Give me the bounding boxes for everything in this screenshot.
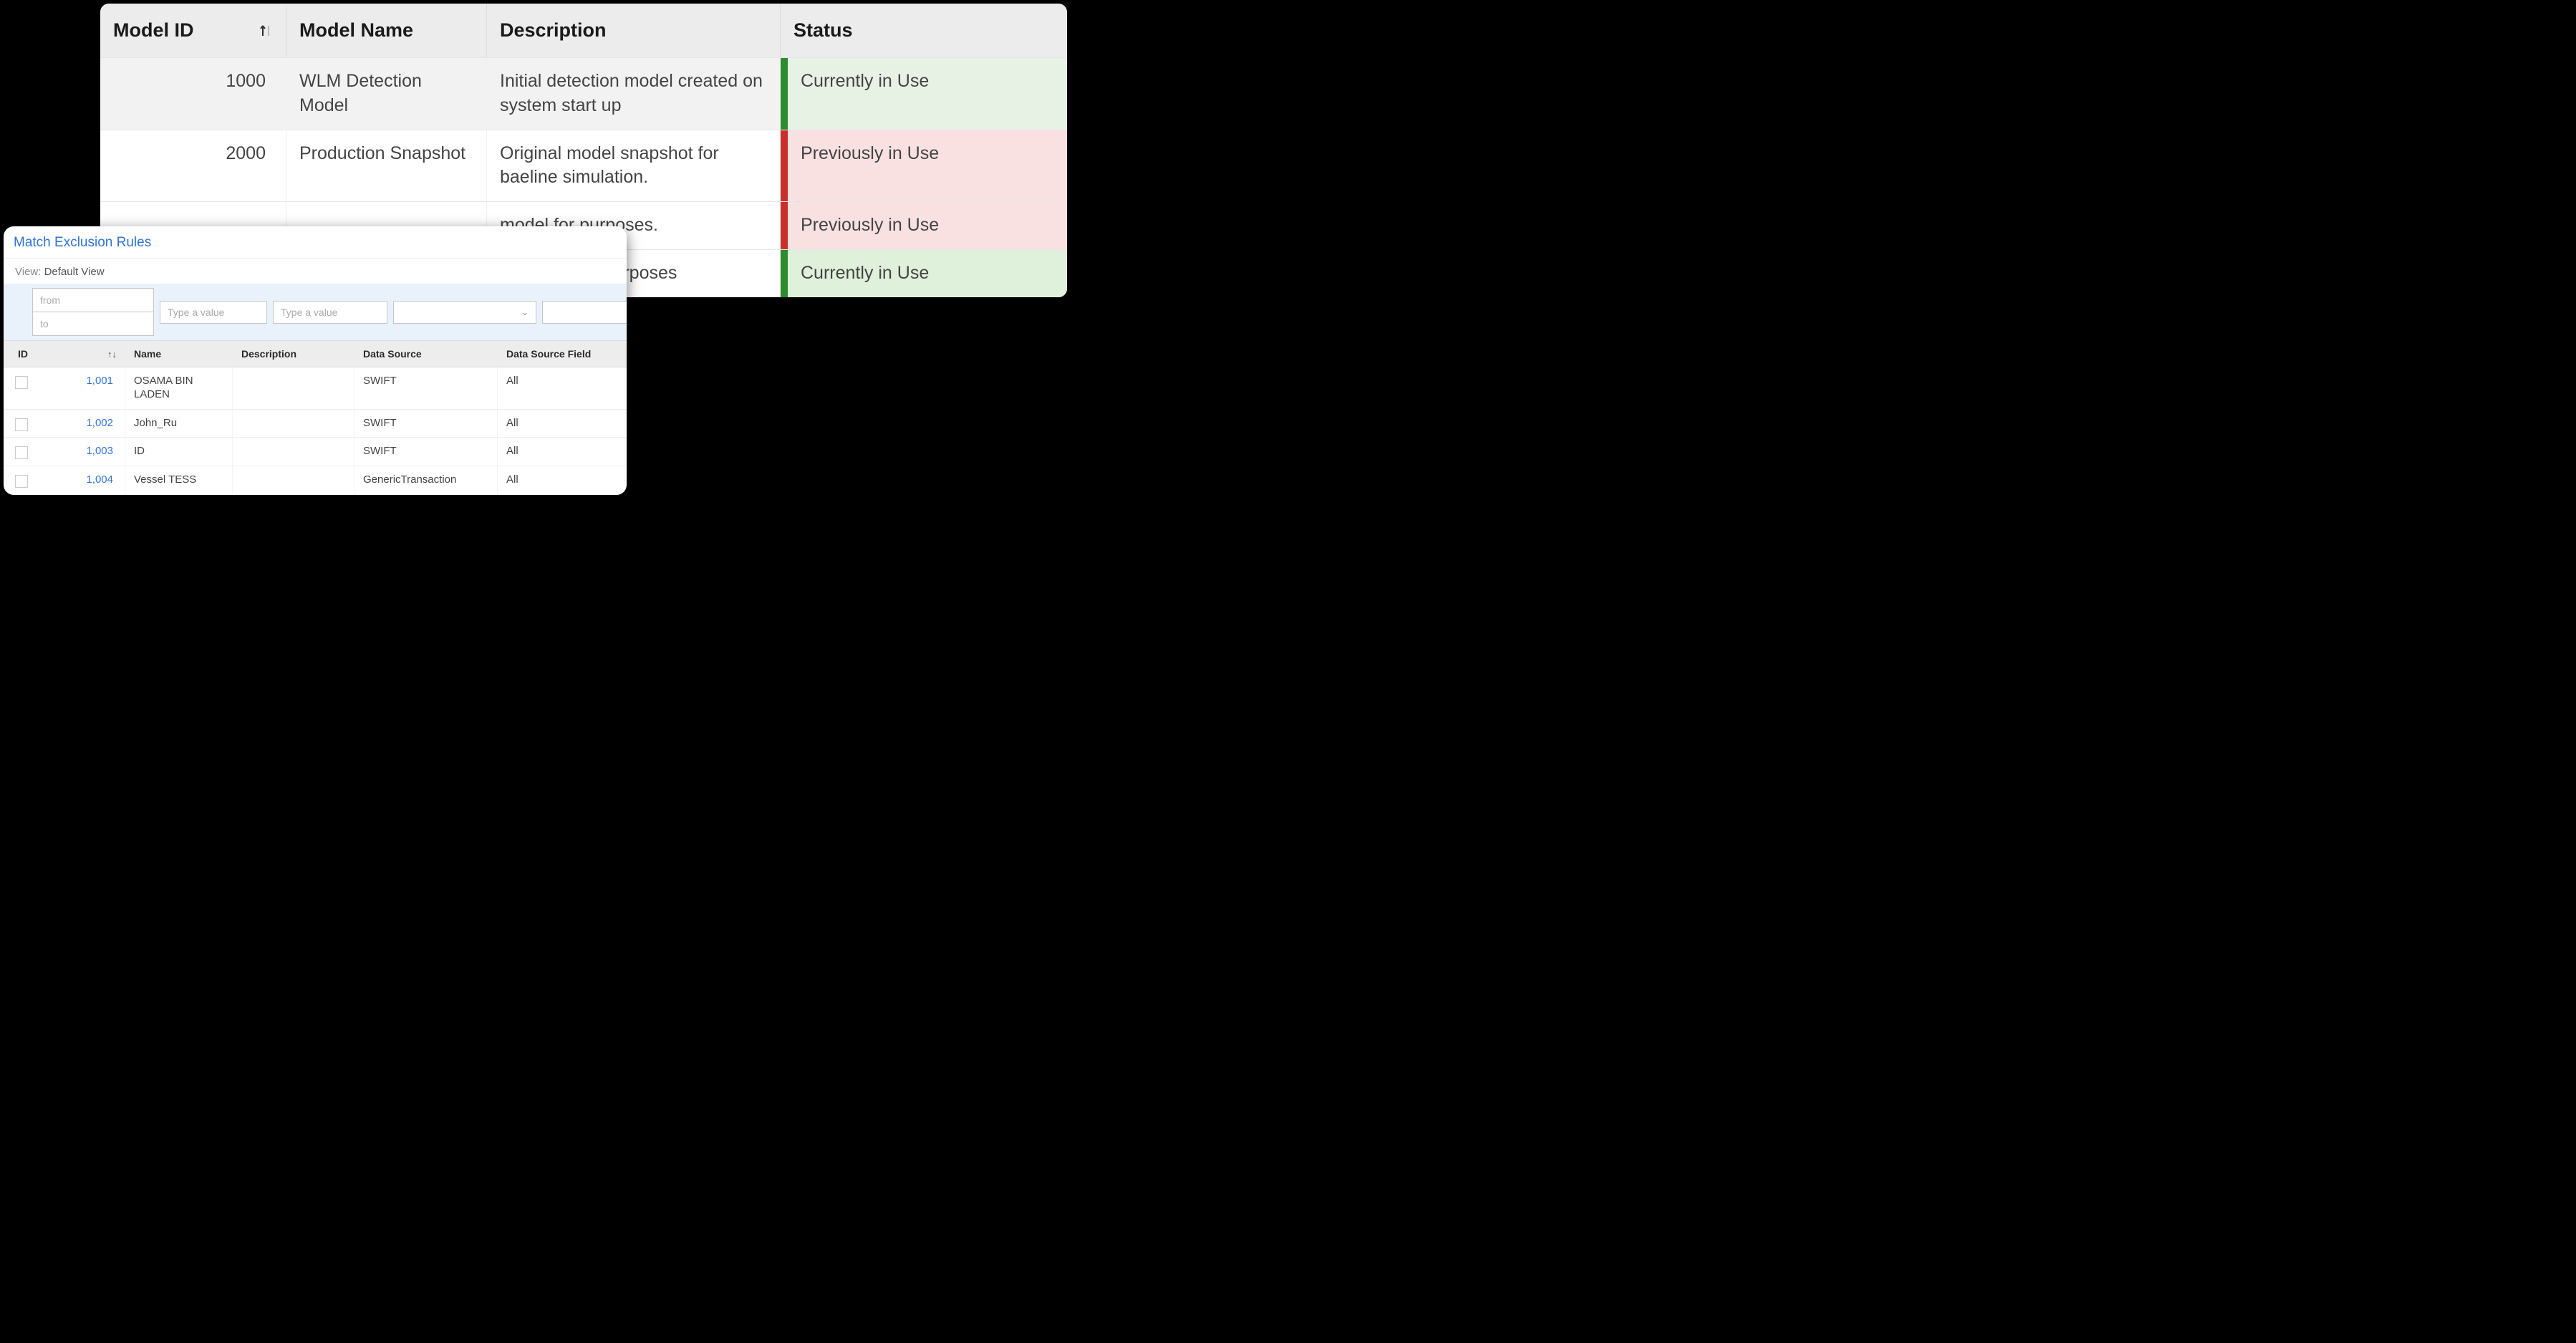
rule-desc-cell: [233, 367, 354, 409]
rule-ds-cell: SWIFT: [354, 410, 498, 438]
model-id-cell: 1000: [100, 58, 286, 130]
rule-id-link[interactable]: 1,002: [4, 410, 125, 438]
model-id-cell: 2000: [100, 130, 286, 202]
col-id[interactable]: ID ↑↓: [4, 341, 125, 367]
rule-dsf-cell: All: [498, 466, 612, 494]
col-description[interactable]: Description: [487, 4, 781, 57]
status-badge: Previously in Use: [781, 130, 1067, 202]
rule-id-link[interactable]: 1,001: [4, 367, 125, 409]
id-to-input[interactable]: to: [33, 312, 153, 335]
sort-icon[interactable]: ↑↓: [107, 349, 117, 360]
row-checkbox[interactable]: [15, 475, 28, 488]
match-exclusion-panel: Match Exclusion Rules View: Default View…: [4, 226, 627, 495]
row-checkbox[interactable]: [15, 376, 28, 389]
row-checkbox[interactable]: [15, 418, 28, 431]
rule-desc-cell: [233, 466, 354, 494]
col-ds-label: Data Source: [363, 348, 422, 360]
col-id-label: ID: [18, 348, 28, 360]
col-status[interactable]: Status: [781, 4, 1067, 57]
model-desc-cell: Original model snapshot for baeline simu…: [487, 130, 781, 202]
data-source-filter-select[interactable]: ⌄: [393, 301, 536, 324]
id-from-input[interactable]: from: [33, 289, 153, 312]
col-status-label: Status: [793, 19, 853, 42]
row-checkbox[interactable]: [15, 446, 28, 459]
col-name[interactable]: Name: [125, 341, 233, 367]
rule-id-link[interactable]: 1,004: [4, 466, 125, 494]
view-indicator: View: Default View: [4, 259, 627, 284]
rule-ds-cell: GenericTransaction: [354, 466, 498, 494]
table-row[interactable]: 2000Production SnapshotOriginal model sn…: [100, 130, 1067, 202]
view-label: View:: [15, 266, 41, 278]
view-value: Default View: [44, 266, 105, 278]
col-desc[interactable]: Description: [233, 341, 354, 367]
data-source-field-filter-select[interactable]: ⌄: [542, 301, 627, 324]
status-badge: Currently in Use: [781, 58, 1067, 130]
rule-ds-cell: SWIFT: [354, 438, 498, 466]
models-table-header: Model ID Model Name Description Status: [100, 4, 1067, 57]
rule-name-cell: ID: [125, 438, 233, 466]
col-ds[interactable]: Data Source: [354, 341, 498, 367]
rule-dsf-cell: All: [498, 410, 612, 438]
col-model-name-label: Model Name: [299, 19, 413, 42]
col-model-id[interactable]: Model ID: [100, 4, 286, 57]
table-row[interactable]: 1,004Vessel TESS GenericTransactionAll: [4, 466, 627, 495]
status-badge: Previously in Use: [781, 202, 1067, 249]
filter-row: from to Type a value Type a value ⌄ ⌄: [4, 284, 627, 340]
col-desc-label: Description: [241, 348, 296, 360]
id-range-filter[interactable]: from to: [32, 288, 154, 336]
col-description-label: Description: [500, 19, 607, 42]
model-name-cell: Production Snapshot: [286, 130, 487, 202]
model-name-cell: WLM Detection Model: [286, 58, 487, 130]
col-name-label: Name: [134, 348, 161, 360]
col-model-name[interactable]: Model Name: [286, 4, 487, 57]
rule-name-cell: OSAMA BIN LADEN: [125, 367, 233, 409]
sort-icon[interactable]: [259, 23, 273, 39]
rule-name-cell: Vessel TESS: [125, 466, 233, 494]
table-row[interactable]: 1000WLM Detection ModelInitial detection…: [100, 57, 1067, 130]
rule-name-cell: John_Ru: [125, 410, 233, 438]
model-desc-cell: Initial detection model created on syste…: [487, 58, 781, 130]
status-badge: Currently in Use: [781, 250, 1067, 297]
table-row[interactable]: 1,001OSAMA BIN LADEN SWIFTAll: [4, 367, 627, 410]
rule-dsf-cell: All: [498, 367, 612, 409]
panel-title: Match Exclusion Rules: [4, 226, 627, 259]
table-row[interactable]: 1,003ID SWIFTAll: [4, 438, 627, 466]
rule-desc-cell: [233, 410, 354, 438]
rule-ds-cell: SWIFT: [354, 367, 498, 409]
col-model-id-label: Model ID: [113, 19, 194, 42]
description-filter-input[interactable]: Type a value: [273, 301, 387, 324]
rule-desc-cell: [233, 438, 354, 466]
col-dsf[interactable]: Data Source Field: [498, 341, 612, 367]
chevron-down-icon: ⌄: [521, 307, 529, 317]
table-row[interactable]: 1,002John_Ru SWIFTAll: [4, 410, 627, 438]
rule-id-link[interactable]: 1,003: [4, 438, 125, 466]
rule-dsf-cell: All: [498, 438, 612, 466]
name-filter-input[interactable]: Type a value: [160, 301, 267, 324]
col-dsf-label: Data Source Field: [506, 348, 591, 360]
rules-table-header: ID ↑↓ Name Description Data Source Data …: [4, 340, 627, 367]
